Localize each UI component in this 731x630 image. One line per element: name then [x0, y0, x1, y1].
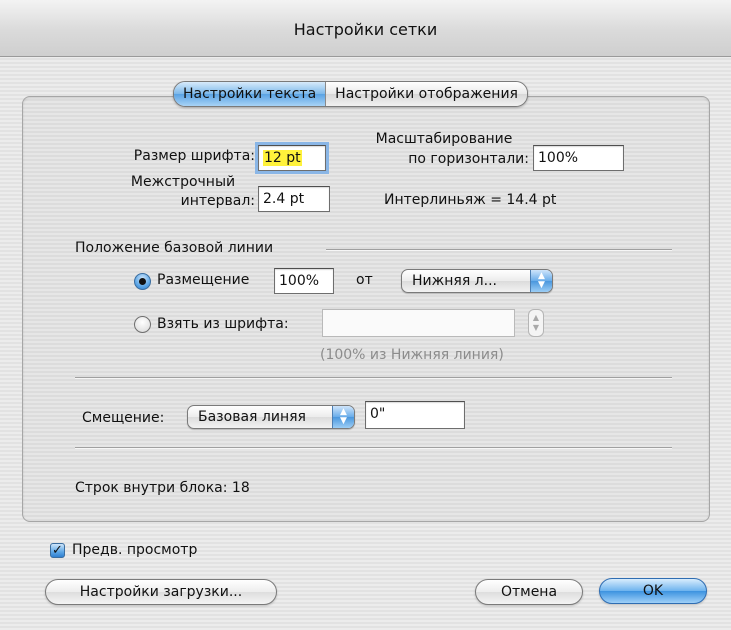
from-popup[interactable]: Нижняя л... ▲ ▼ — [401, 269, 553, 293]
title-bar: Настройки сетки — [0, 0, 731, 57]
popup-arrows-icon: ▲ ▼ — [332, 406, 354, 428]
tab-text-settings[interactable]: Настройки текста — [174, 82, 326, 106]
from-font-radio[interactable] — [134, 316, 151, 333]
from-label: от — [356, 272, 373, 288]
line-spacing-label-line1: Межстрочный — [130, 174, 236, 190]
checkmark-icon: ✓ — [52, 543, 63, 558]
from-font-field[interactable] — [322, 309, 515, 337]
line-spacing-label-line2: интервал: — [180, 193, 255, 209]
baseline-section-divider — [326, 249, 672, 251]
offset-divider-top — [75, 377, 672, 379]
font-size-label: Размер шрифта: — [133, 148, 255, 164]
placement-value-field[interactable]: 100% — [274, 268, 334, 294]
horizontal-scale-label-line1: Масштабирование — [375, 131, 513, 147]
window-title: Настройки сетки — [293, 20, 438, 39]
from-font-stepper[interactable]: ▲ ▼ — [528, 309, 544, 337]
horizontal-scale-label-line2: по горизонтали: — [408, 151, 529, 167]
offset-label: Смещение: — [82, 410, 165, 426]
font-size-field[interactable]: 12 pt — [258, 145, 326, 171]
cancel-button[interactable]: Отмена — [475, 579, 583, 605]
font-size-value: 12 pt — [263, 150, 302, 166]
preview-label: Предв. просмотр — [72, 542, 198, 558]
line-spacing-field[interactable]: 2.4 pt — [258, 186, 330, 212]
preview-checkbox[interactable]: ✓ — [50, 543, 65, 558]
offset-divider-bottom — [75, 447, 672, 449]
tab-bar: Настройки текста Настройки отображения — [173, 81, 528, 107]
offset-popup[interactable]: Базовая линяя ▲ ▼ — [187, 405, 355, 429]
lines-in-block-text: Строк внутри блока: 18 — [75, 480, 250, 496]
popup-arrows-icon: ▲ ▼ — [530, 270, 552, 292]
baseline-hint: (100% из Нижняя линия) — [320, 347, 504, 363]
placement-radio[interactable] — [134, 273, 151, 290]
from-popup-value: Нижняя л... — [412, 273, 497, 289]
baseline-section-title: Положение базовой линии — [75, 240, 274, 256]
tab-display-settings[interactable]: Настройки отображения — [325, 82, 527, 106]
offset-value-field[interactable]: 0" — [365, 401, 465, 429]
offset-popup-value: Базовая линяя — [198, 409, 306, 425]
leading-text: Интерлиньяж = 14.4 pt — [384, 192, 557, 208]
horizontal-scale-field[interactable]: 100% — [533, 145, 624, 171]
from-font-label: Взять из шрифта: — [157, 316, 289, 332]
placement-label: Размещение — [157, 272, 250, 288]
load-settings-button[interactable]: Настройки загрузки... — [45, 579, 277, 605]
ok-button[interactable]: OK — [599, 578, 707, 604]
